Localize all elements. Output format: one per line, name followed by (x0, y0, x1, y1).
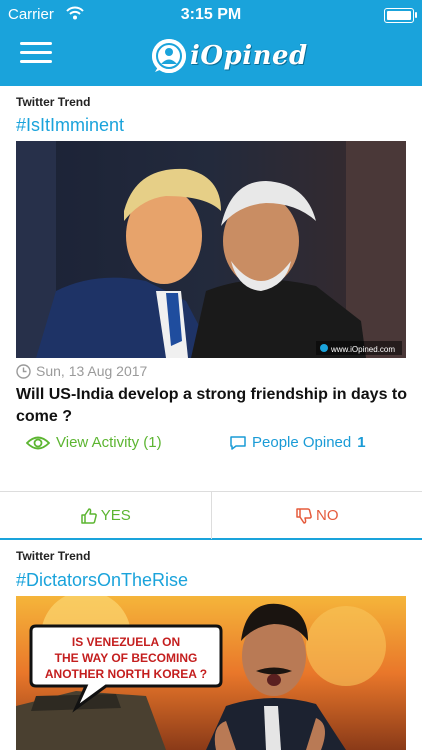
eye-icon (26, 436, 50, 449)
view-activity-label: View Activity (1) (56, 434, 162, 451)
trend-label: Twitter Trend (16, 95, 91, 109)
no-button[interactable]: NO (212, 492, 422, 539)
opinion-card: Twitter Trend #DictatorsOnTheRise IS VEN… (0, 540, 422, 750)
svg-text:ANOTHER NORTH KOREA ?: ANOTHER NORTH KOREA ? (45, 667, 207, 681)
menu-icon[interactable] (20, 40, 54, 66)
logo-text: iOpined (190, 41, 308, 71)
clock-time: 3:15 PM (180, 6, 242, 23)
post-date: Sun, 13 Aug 2017 (16, 363, 147, 379)
image-watermark: www.iOpined.com (330, 345, 395, 354)
thumbs-down-icon (296, 507, 312, 524)
svg-text:THE WAY OF BECOMING: THE WAY OF BECOMING (55, 651, 198, 665)
svg-text:IS VENEZUELA ON: IS VENEZUELA ON (72, 635, 180, 649)
battery-icon (384, 8, 417, 23)
people-opined-link[interactable]: People Opined 1 (229, 434, 366, 451)
status-bar: Carrier 3:15 PM (0, 0, 422, 30)
opinion-card: Twitter Trend #IsItImminent www.iOpined.… (0, 86, 422, 540)
date-text: Sun, 13 Aug 2017 (36, 363, 148, 379)
thumbs-up-icon (80, 507, 97, 524)
comment-icon (230, 435, 246, 450)
card-image[interactable]: www.iOpined.com (16, 141, 406, 358)
hashtag-link[interactable]: #IsItImminent (16, 115, 124, 136)
app-header: Carrier 3:15 PM iOpined (0, 0, 422, 86)
people-opined-count: 1 (357, 434, 366, 451)
yes-label: YES (100, 507, 131, 524)
yes-button[interactable]: YES (0, 492, 212, 539)
iopined-logo-icon (152, 39, 186, 73)
trend-label: Twitter Trend (16, 549, 91, 563)
app-logo: iOpined (152, 37, 308, 75)
view-activity-link[interactable]: View Activity (1) (26, 434, 162, 451)
clock-icon (16, 363, 31, 379)
no-label: NO (316, 507, 339, 524)
question-text[interactable]: Will US-India develop a strong friendshi… (16, 384, 411, 428)
vote-bar: YES NO (0, 491, 422, 539)
people-opined-label: People Opined (252, 434, 352, 451)
hashtag-link[interactable]: #DictatorsOnTheRise (16, 570, 188, 591)
card-image[interactable]: IS VENEZUELA ON THE WAY OF BECOMING ANOT… (16, 596, 406, 750)
